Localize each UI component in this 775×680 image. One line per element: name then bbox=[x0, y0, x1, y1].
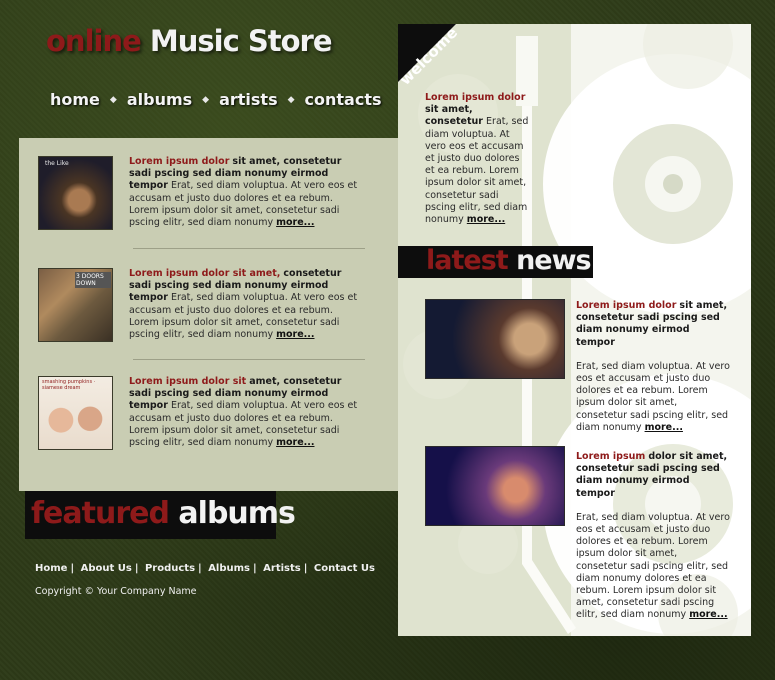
news-image[interactable] bbox=[425, 299, 565, 379]
album-cover[interactable]: the Like bbox=[38, 156, 113, 230]
album-text: Lorem ipsum dolor sit amet, consetetur s… bbox=[129, 268, 359, 341]
footer-link-artists[interactable]: Artists bbox=[263, 563, 301, 574]
album-title-red: Lorem ipsum dolor bbox=[129, 156, 230, 167]
site-logo[interactable]: online Music Store bbox=[46, 24, 333, 58]
nav-bullet-icon: ◆ bbox=[287, 94, 295, 105]
footer-link-about[interactable]: About Us bbox=[81, 563, 132, 574]
welcome-title: sit amet, consetetur bbox=[425, 104, 483, 128]
footer-link-albums[interactable]: Albums bbox=[208, 563, 250, 574]
featured-albums-heading: featured albums bbox=[25, 491, 296, 539]
footer-link-products[interactable]: Products bbox=[145, 563, 195, 574]
divider bbox=[133, 359, 365, 360]
welcome-more-link[interactable]: more... bbox=[467, 214, 505, 225]
footer-link-home[interactable]: Home bbox=[35, 563, 67, 574]
nav-contacts[interactable]: contacts bbox=[305, 90, 382, 109]
news-title-red: Lorem ipsum dolor bbox=[576, 300, 677, 311]
nav-artists[interactable]: artists bbox=[219, 90, 278, 109]
album-cover-text: the Like bbox=[45, 160, 69, 167]
nav-albums[interactable]: albums bbox=[127, 90, 192, 109]
albums-word: albums bbox=[178, 496, 295, 531]
right-panel: Lorem ipsum dolor sit amet, consetetur E… bbox=[398, 24, 751, 636]
albums-panel: the Like Lorem ipsum dolor sit amet, con… bbox=[19, 138, 399, 491]
welcome-body: Erat, sed diam voluptua. At vero eos et … bbox=[425, 116, 529, 226]
footer-nav: Home | About Us | Products | Albums | Artist… bbox=[35, 563, 375, 574]
news-more-link[interactable]: more... bbox=[645, 422, 683, 433]
welcome-text: Lorem ipsum dolor sit amet, consetetur E… bbox=[425, 92, 529, 226]
album-cover-text: smashing pumpkins · siamese dream bbox=[42, 379, 96, 391]
divider bbox=[133, 248, 365, 249]
album-more-link[interactable]: more... bbox=[276, 437, 314, 448]
news-text: Lorem ipsum dolor sit amet, consetetur s… bbox=[576, 451, 730, 622]
news-body: Erat, sed diam voluptua. At vero eos et … bbox=[576, 511, 730, 621]
album-text: Lorem ipsum dolor sit amet, consetetur s… bbox=[129, 376, 359, 449]
news-image[interactable] bbox=[425, 446, 565, 526]
logo-music-store: Music Store bbox=[149, 24, 333, 58]
welcome-title-red: Lorem ipsum dolor bbox=[425, 92, 526, 103]
album-text: Lorem ipsum dolor sit amet, consetetur s… bbox=[129, 156, 359, 229]
album-cover[interactable]: 3 DOORS DOWN bbox=[38, 268, 113, 342]
featured-word: featured bbox=[31, 496, 170, 531]
album-more-link[interactable]: more... bbox=[276, 329, 314, 340]
news-title-red: Lorem ipsum bbox=[576, 451, 646, 462]
main-nav: home ◆ albums ◆ artists ◆ contacts bbox=[50, 90, 381, 109]
album-cover[interactable]: smashing pumpkins · siamese dream bbox=[38, 376, 113, 450]
album-title-red: Lorem ipsum dolor sit bbox=[129, 376, 247, 387]
news-word: news bbox=[516, 245, 592, 276]
nav-bullet-icon: ◆ bbox=[202, 94, 210, 105]
album-title-red: Lorem ipsum dolor sit amet, bbox=[129, 268, 281, 279]
news-text: Lorem ipsum dolor sit amet, consetetur s… bbox=[576, 300, 730, 434]
footer-link-contact[interactable]: Contact Us bbox=[314, 563, 375, 574]
nav-bullet-icon: ◆ bbox=[109, 94, 117, 105]
album-more-link[interactable]: more... bbox=[276, 217, 314, 228]
news-more-link[interactable]: more... bbox=[689, 609, 727, 620]
copyright: Copyright © Your Company Name bbox=[35, 586, 197, 597]
latest-word: latest bbox=[426, 245, 509, 276]
logo-online: online bbox=[46, 24, 142, 58]
nav-home[interactable]: home bbox=[50, 90, 100, 109]
album-cover-text: 3 DOORS DOWN bbox=[75, 272, 111, 288]
latest-news-heading: latest news bbox=[398, 246, 593, 278]
